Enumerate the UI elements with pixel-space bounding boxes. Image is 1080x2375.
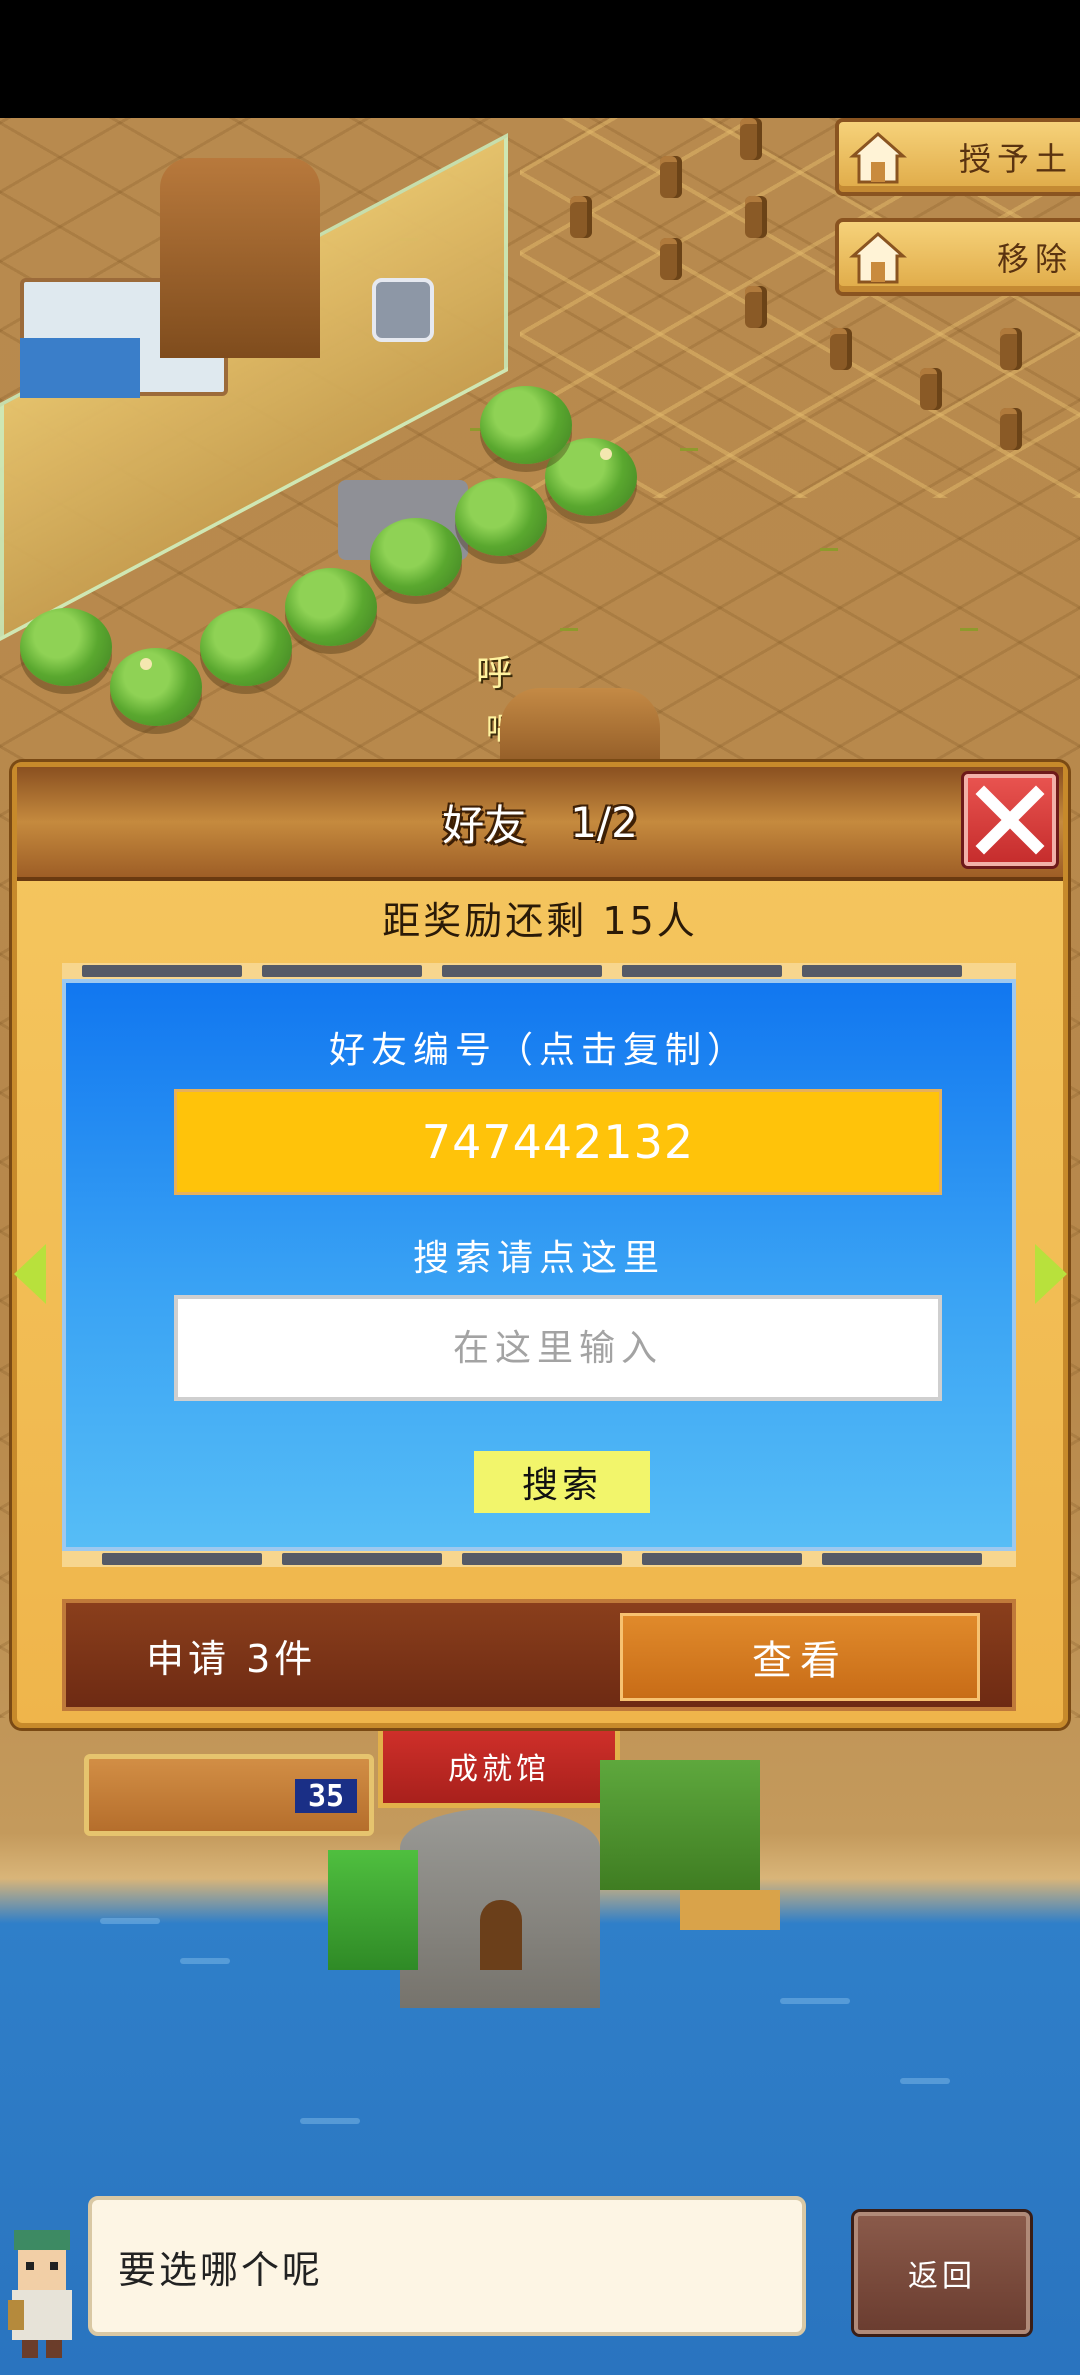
- status-bar: [0, 0, 1080, 118]
- menu-remove[interactable]: 移除: [835, 218, 1080, 296]
- fence-post: [660, 156, 682, 198]
- grass-tuft: [560, 618, 578, 631]
- friend-code-label: 好友编号（点击复制）: [328, 1030, 749, 1071]
- rail-segment: [102, 1553, 262, 1565]
- achievement-hall-banner[interactable]: 成就馆: [378, 1728, 620, 1808]
- bush: [285, 568, 377, 646]
- flower: [140, 658, 152, 670]
- grass-tuft: [820, 538, 838, 551]
- search-label: 搜索请点这里: [412, 1238, 665, 1279]
- bush: [20, 608, 112, 686]
- tower-door: [480, 1900, 522, 1970]
- water-ripple: [180, 1958, 230, 1964]
- fence-post: [745, 196, 767, 238]
- rail-segment: [462, 1553, 622, 1565]
- house-icon: [849, 232, 907, 284]
- bush: [200, 608, 292, 686]
- house-icon: [849, 132, 907, 184]
- shop-counter: [680, 1890, 780, 1930]
- bush: [480, 386, 572, 464]
- dialog-page-indicator: 1/2: [570, 797, 638, 847]
- friend-search-input[interactable]: [174, 1295, 942, 1401]
- blanket: [20, 338, 140, 398]
- panel-top-rail: [62, 963, 1016, 979]
- fence-post: [1000, 328, 1022, 370]
- fence-post: [660, 238, 682, 280]
- next-page-arrow-icon[interactable]: [1035, 1244, 1067, 1304]
- fence-post: [570, 196, 592, 238]
- rail-segment: [642, 1553, 802, 1565]
- rail-segment: [282, 1553, 442, 1565]
- menu-remove-label: 移除: [996, 240, 1073, 278]
- wardrobe: [160, 158, 320, 358]
- friend-requests-bar: 申请 3件 查看: [62, 1599, 1016, 1711]
- bush: [455, 478, 547, 556]
- search-button[interactable]: 搜索: [474, 1451, 650, 1513]
- friend-requests-count: 申请 3件: [146, 1636, 317, 1681]
- view-requests-button[interactable]: 查看: [620, 1613, 980, 1701]
- menu-grant-land-label: 授予土: [958, 140, 1073, 178]
- rail-segment: [622, 965, 782, 977]
- panel-bottom-rail: [62, 1551, 1016, 1567]
- rail-segment: [802, 965, 962, 977]
- friends-dialog: 好友 1/2 距奖励还剩 15人 好友编号（点击复制） 747442132 搜索…: [12, 762, 1068, 1728]
- water-ripple: [780, 1998, 850, 2004]
- rail-segment: [82, 965, 242, 977]
- water-ripple: [100, 1918, 160, 1924]
- advisor-avatar: [8, 2230, 72, 2358]
- hedge: [328, 1850, 418, 1970]
- fence-post: [745, 286, 767, 328]
- fence-post: [830, 328, 852, 370]
- speech-fragment: 呼: [476, 653, 513, 694]
- close-button[interactable]: [964, 774, 1056, 866]
- grass-tuft: [960, 618, 978, 631]
- rail-segment: [262, 965, 422, 977]
- reward-progress-text: 距奖励还剩 15人: [382, 898, 698, 943]
- prev-page-arrow-icon[interactable]: [14, 1244, 46, 1304]
- advisor-message: 要选哪个呢: [88, 2196, 806, 2336]
- person-status-icon[interactable]: [372, 278, 434, 342]
- friend-panel: 好友编号（点击复制） 747442132 搜索请点这里 搜索: [62, 979, 1016, 1551]
- water-ripple: [300, 2118, 360, 2124]
- rail-segment: [822, 1553, 982, 1565]
- menu-grant-land[interactable]: 授予土: [835, 118, 1080, 196]
- counter-board[interactable]: 35: [84, 1754, 374, 1836]
- fence-post: [740, 118, 762, 160]
- close-icon: [975, 785, 1045, 855]
- water-ripple: [900, 2078, 950, 2084]
- shop-building[interactable]: [600, 1760, 760, 1890]
- rail-segment: [442, 965, 602, 977]
- bush: [110, 648, 202, 726]
- counter-value: 35: [295, 1779, 357, 1814]
- friend-code-copy-button[interactable]: 747442132: [174, 1089, 942, 1195]
- dialog-title: 好友 1/2: [17, 767, 1063, 877]
- grass-tuft: [680, 438, 698, 451]
- bush: [370, 518, 462, 596]
- fence-post: [1000, 408, 1022, 450]
- flower: [600, 448, 612, 460]
- dialog-title-text: 好友: [442, 800, 527, 850]
- back-button[interactable]: 返回: [854, 2212, 1030, 2334]
- fence-post: [920, 368, 942, 410]
